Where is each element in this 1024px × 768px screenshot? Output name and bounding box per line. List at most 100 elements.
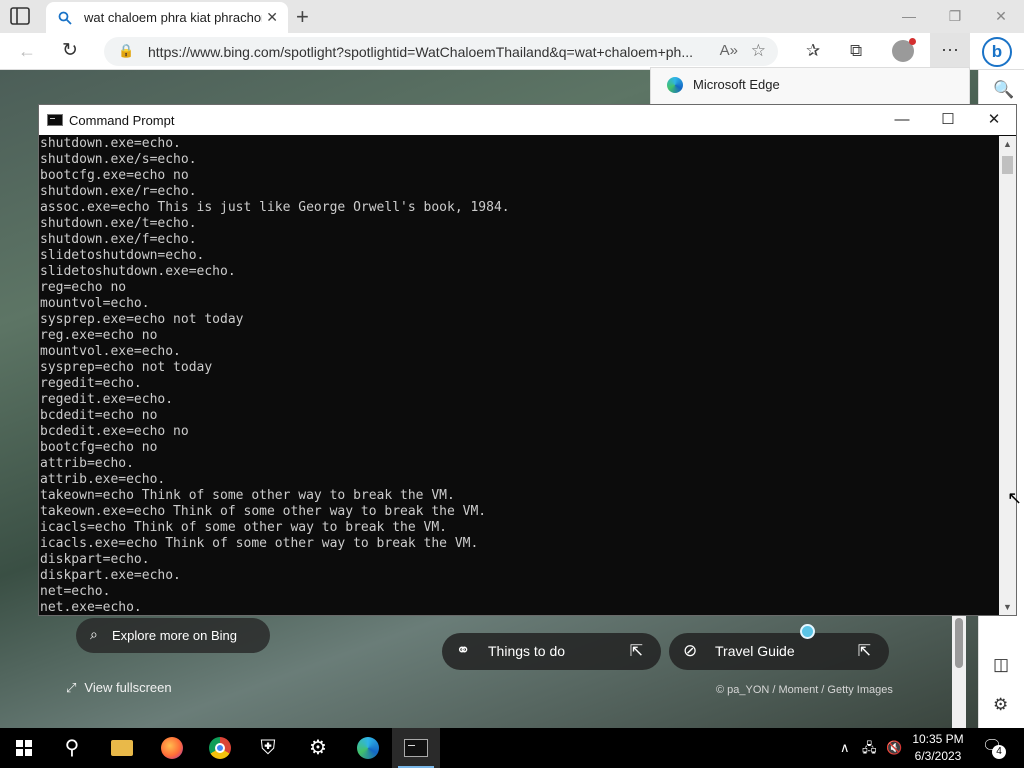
restore-icon[interactable]: ❐ xyxy=(932,0,978,33)
mouse-cursor-icon: ↖ xyxy=(1007,488,1023,508)
cmd-output-line: shutdown.exe/t=echo. xyxy=(40,216,197,231)
explore-label: Explore more on Bing xyxy=(112,628,238,643)
network-icon[interactable]: 🖧 xyxy=(862,728,877,768)
clock-time: 10:35 PM xyxy=(912,732,964,746)
clock-date: 6/3/2023 xyxy=(914,749,962,763)
search-icon: ⌕ xyxy=(90,626,98,642)
cmd-output-line: bcdedit=echo no xyxy=(40,408,158,423)
security-shield-icon[interactable]: ⛨ xyxy=(244,728,292,768)
collections-icon[interactable]: ⧉ xyxy=(850,41,862,61)
profile-alert-dot xyxy=(909,38,916,45)
cmd-output-line: attrib=echo. xyxy=(40,456,134,471)
command-prompt-taskbar-icon[interactable] xyxy=(392,728,440,768)
scroll-up-icon[interactable]: ▲ xyxy=(999,136,1016,152)
cmd-output-line: bootcfg=echo no xyxy=(40,440,158,455)
cmd-title-bar[interactable]: Command Prompt — ☐ ✕ xyxy=(39,105,1016,135)
taskbar: ⚲ ⛨ ⚙ ∧ 🖧 🔇 10:35 PM 6/3/2023 🗨 4 xyxy=(0,728,1024,768)
screen: wat chaloem phra kiat phrachom ✕ + — ❐ ✕… xyxy=(0,0,1024,768)
back-arrow-icon[interactable]: ← xyxy=(18,41,36,62)
close-window-icon[interactable]: ✕ xyxy=(971,105,1017,135)
cmd-output-line: shutdown.exe/s=echo. xyxy=(40,152,197,167)
edge-icon[interactable] xyxy=(344,728,392,768)
browser-toolbar: ← ↻ 🔒 https://www.bing.com/spotlight?spo… xyxy=(0,33,1024,70)
cmd-output-line: reg.exe=echo no xyxy=(40,328,158,343)
cmd-output-line: attrib.exe=echo. xyxy=(40,472,166,487)
chrome-icon[interactable] xyxy=(196,728,244,768)
minimize-icon[interactable]: — xyxy=(886,0,932,33)
cmd-output-line: takeown=echo Think of some other way to … xyxy=(40,488,455,503)
edge-menu-popup[interactable]: Microsoft Edge xyxy=(650,67,970,105)
cmd-output-line: diskpart.exe=echo. xyxy=(40,568,181,583)
map-location-dot[interactable] xyxy=(800,624,815,639)
binoculars-icon: ⚭ xyxy=(456,641,471,660)
read-aloud-icon[interactable]: A» xyxy=(720,42,738,59)
cmd-output[interactable]: shutdown.exe=echo. shutdown.exe/s=echo. bo… xyxy=(40,136,998,614)
cmd-output-line: regedit.exe=echo. xyxy=(40,392,174,407)
page-scroll-thumb[interactable] xyxy=(955,618,963,668)
split-screen-icon[interactable]: ◫ xyxy=(993,655,1009,675)
cmd-output-line: sysprep=echo not today xyxy=(40,360,213,375)
travel-label: Travel Guide xyxy=(715,643,795,659)
plus-icon[interactable]: + xyxy=(296,4,309,30)
star-plus-icon[interactable]: ☆ xyxy=(751,41,766,61)
cmd-output-line: icacls.exe=echo Think of some other way … xyxy=(40,536,479,551)
search-icon[interactable]: 🔍 xyxy=(993,80,1014,100)
tab-title: wat chaloem phra kiat phrachom xyxy=(84,10,262,25)
bing-chat-icon[interactable]: b xyxy=(982,37,1012,67)
command-prompt-window[interactable]: Command Prompt — ☐ ✕ shutdown.exe=echo. s… xyxy=(38,104,1017,616)
address-bar[interactable]: 🔒 https://www.bing.com/spotlight?spotlig… xyxy=(104,37,778,66)
lock-icon[interactable]: 🔒 xyxy=(118,43,134,59)
close-icon[interactable]: ✕ xyxy=(266,9,278,26)
expand-icon: ⤢ xyxy=(66,680,77,695)
cmd-output-line: slidetoshutdown=echo. xyxy=(40,248,205,263)
firefox-icon[interactable] xyxy=(148,728,196,768)
cmd-output-line: shutdown.exe/r=echo. xyxy=(40,184,197,199)
cmd-output-line: shutdown.exe/f=echo. xyxy=(40,232,197,247)
browser-tab-bar: wat chaloem phra kiat phrachom ✕ + — ❐ ✕ xyxy=(0,0,1024,33)
external-link-icon: ⇱ xyxy=(629,643,643,660)
cmd-output-line: regedit=echo. xyxy=(40,376,142,391)
travel-guide-button[interactable]: ⊘ Travel Guide ⇱ xyxy=(669,633,889,670)
tab-actions-icon[interactable] xyxy=(10,7,30,25)
cmd-output-line: bcdedit.exe=echo no xyxy=(40,424,189,439)
cmd-output-line: icacls=echo Think of some other way to b… xyxy=(40,520,447,535)
explore-more-button[interactable]: ⌕ Explore more on Bing xyxy=(76,618,270,653)
edge-logo-icon xyxy=(667,77,683,93)
volume-muted-icon[interactable]: 🔇 xyxy=(886,728,902,768)
minimize-icon[interactable]: — xyxy=(879,105,925,135)
gear-icon[interactable]: ⚙ xyxy=(993,695,1008,715)
refresh-icon[interactable]: ↻ xyxy=(62,39,78,62)
chevron-up-icon[interactable]: ∧ xyxy=(840,728,850,768)
cmd-scroll-thumb[interactable] xyxy=(1002,156,1013,174)
edge-popup-label: Microsoft Edge xyxy=(693,77,780,92)
clock[interactable]: 10:35 PM 6/3/2023 xyxy=(910,731,966,765)
external-link-icon: ⇱ xyxy=(857,643,871,660)
cmd-output-line: sysprep.exe=echo not today xyxy=(40,312,244,327)
cmd-output-line: net.exe=echo. xyxy=(40,600,142,614)
maximize-icon[interactable]: ☐ xyxy=(925,105,971,135)
file-explorer-icon[interactable] xyxy=(98,728,146,768)
image-credit: © pa_YON / Moment / Getty Images xyxy=(716,684,893,696)
cmd-output-line: assoc.exe=echo This is just like George … xyxy=(40,200,510,215)
browser-window-controls: — ❐ ✕ xyxy=(886,0,1024,33)
compass-icon: ⊘ xyxy=(683,641,698,660)
url-text[interactable]: https://www.bing.com/spotlight?spotlight… xyxy=(148,44,718,60)
cmd-output-line: shutdown.exe=echo. xyxy=(40,136,181,151)
search-icon[interactable]: ⚲ xyxy=(48,728,96,768)
cmd-output-line: slidetoshutdown.exe=echo. xyxy=(40,264,236,279)
close-window-icon[interactable]: ✕ xyxy=(978,0,1024,33)
notification-count-badge: 4 xyxy=(992,745,1006,759)
start-button[interactable] xyxy=(0,728,48,768)
favorites-icon[interactable]: ✰ xyxy=(806,41,820,61)
cmd-title: Command Prompt xyxy=(69,113,175,128)
windows-logo-icon xyxy=(16,740,32,756)
more-icon[interactable]: ··· xyxy=(930,33,970,69)
things-label: Things to do xyxy=(488,643,566,659)
scroll-down-icon[interactable]: ▼ xyxy=(999,599,1016,615)
gear-icon[interactable]: ⚙ xyxy=(294,728,342,768)
things-to-do-button[interactable]: ⚭ Things to do ⇱ xyxy=(442,633,661,670)
browser-tab[interactable]: wat chaloem phra kiat phrachom ✕ xyxy=(46,2,288,33)
view-fullscreen-link[interactable]: ⤢ View fullscreen xyxy=(66,680,172,696)
cmd-scrollbar[interactable]: ▲ ▼ xyxy=(999,136,1016,615)
cmd-output-line: net=echo. xyxy=(40,584,111,599)
